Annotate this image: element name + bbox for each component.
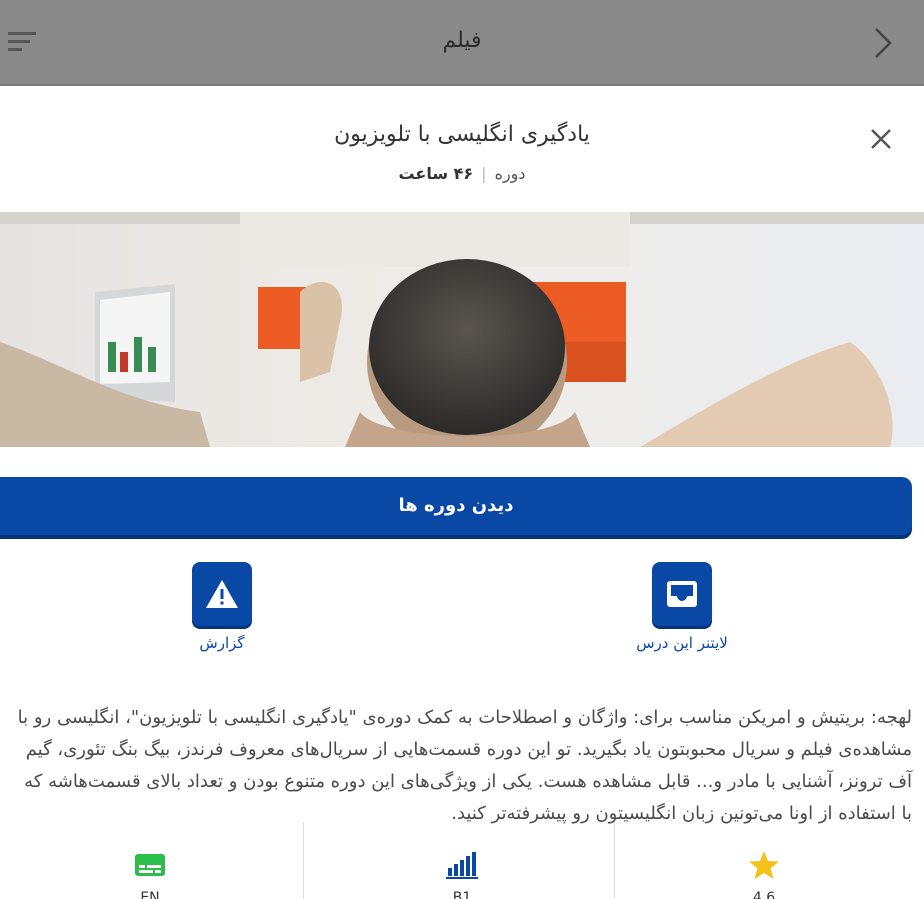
course-sheet: یادگیری انگلیسی با تلویزیون دوره | ۴۶ ساعت [0, 86, 924, 899]
subtitles-icon [135, 854, 165, 876]
feature-level-value: B1 [452, 890, 472, 899]
course-description: لهجه: بریتیش و امریکن مناسب برای: واژگان… [17, 707, 912, 824]
course-type: دوره [494, 164, 526, 183]
course-title: یادگیری انگلیسی با تلویزیون [334, 122, 590, 147]
inbox-icon [667, 581, 697, 607]
feature-rating-value: 4.6 [752, 890, 776, 899]
chevron-right-icon[interactable] [872, 26, 894, 60]
leitner-button[interactable] [652, 562, 712, 626]
report-button[interactable] [192, 562, 252, 626]
report-label: گزارش [199, 634, 245, 652]
feature-divider [303, 822, 304, 899]
meta-divider: | [481, 164, 487, 183]
feature-language: EN [0, 822, 300, 899]
feature-language-value: EN [140, 890, 160, 899]
course-meta: دوره | ۴۶ ساعت [0, 164, 924, 183]
feature-level: B1 [312, 822, 612, 899]
report-action[interactable]: گزارش [122, 562, 322, 652]
view-course-button[interactable]: دیدن دوره ها [0, 477, 912, 535]
course-duration: ۴۶ ساعت [398, 164, 474, 183]
feature-rating: 4.6 [614, 822, 914, 899]
warning-icon [206, 580, 238, 608]
course-cover-image [0, 212, 924, 447]
level-bars-icon [446, 852, 478, 879]
app-bar-title: فیلم [442, 28, 482, 53]
leitner-action[interactable]: لایتنر این درس [582, 562, 782, 652]
star-icon [749, 851, 779, 879]
app-bar: فیلم [0, 0, 924, 86]
features-row: EN B1 4.6 [0, 822, 924, 899]
leitner-label: لایتنر این درس [636, 634, 728, 652]
